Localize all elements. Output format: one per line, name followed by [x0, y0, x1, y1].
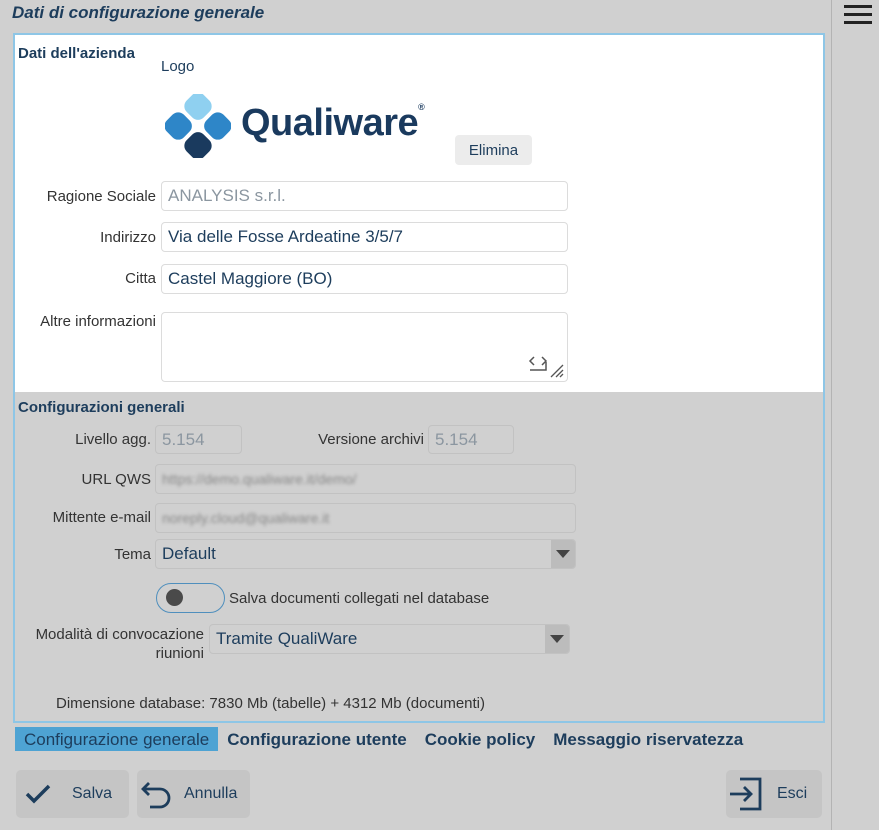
tema-select[interactable]: Default: [155, 539, 576, 569]
url-qws-field[interactable]: https://demo.qualiware.it/demo/: [155, 464, 576, 494]
tab-messaggio-riservatezza[interactable]: Messaggio riservatezza: [544, 727, 752, 751]
save-button[interactable]: Salva: [16, 770, 129, 818]
convocazione-dropdown-button[interactable]: [545, 625, 569, 653]
mittente-email-value: noreply.cloud@qualiware.it: [162, 510, 330, 526]
company-logo: Qualiware®: [165, 94, 445, 158]
convocazione-label: Modalità di convocazione riunioni: [14, 625, 204, 663]
undo-icon: [141, 782, 171, 809]
salva-documenti-label: Salva documenti collegati nel database: [229, 590, 490, 607]
convocazione-label-line1: Modalità di convocazione: [35, 626, 204, 643]
convocazione-label-line2: riunioni: [155, 645, 204, 662]
altre-informazioni-label: Altre informazioni: [40, 313, 156, 330]
ragione-sociale-label: Ragione Sociale: [46, 188, 156, 205]
indirizzo-field[interactable]: Via delle Fosse Ardeatine 3/5/7: [161, 222, 568, 252]
url-qws-value: https://demo.qualiware.it/demo/: [162, 471, 357, 487]
tab-bar: Configurazione generale Configurazione u…: [15, 727, 752, 751]
logo-wordmark: Qualiware: [241, 102, 419, 144]
chevron-down-icon: [556, 550, 570, 558]
ragione-sociale-field[interactable]: ANALYSIS s.r.l.: [161, 181, 568, 211]
salva-documenti-toggle[interactable]: [156, 583, 225, 613]
exit-button[interactable]: Esci: [726, 770, 822, 818]
cancel-label: Annulla: [184, 785, 238, 802]
convocazione-select[interactable]: Tramite QualiWare: [209, 624, 570, 654]
hamburger-icon[interactable]: [844, 5, 872, 27]
mittente-email-field[interactable]: noreply.cloud@qualiware.it: [155, 503, 576, 533]
tema-value: Default: [162, 544, 216, 563]
tema-label: Tema: [114, 546, 151, 563]
code-icon[interactable]: [528, 355, 550, 373]
livello-field: 5.154: [155, 425, 242, 454]
side-column: [831, 0, 879, 830]
toggle-knob: [166, 589, 183, 606]
citta-field[interactable]: Castel Maggiore (BO): [161, 264, 568, 294]
database-size: Dimensione database: 7830 Mb (tabelle) +…: [56, 695, 485, 712]
versione-archivi-label: Versione archivi: [318, 431, 424, 448]
delete-logo-button[interactable]: Elimina: [455, 135, 532, 165]
convocazione-value: Tramite QualiWare: [216, 629, 358, 648]
tab-configurazione-utente[interactable]: Configurazione utente: [218, 727, 415, 751]
citta-label: Citta: [125, 270, 156, 287]
tab-cookie-policy[interactable]: Cookie policy: [416, 727, 545, 751]
qualiware-logo-icon: [165, 94, 231, 158]
chevron-down-icon: [550, 635, 564, 643]
livello-label: Livello agg.: [75, 431, 151, 448]
general-section-title: Configurazioni generali: [18, 399, 185, 416]
resize-handle-icon[interactable]: [548, 362, 564, 378]
company-section-title: Dati dell'azienda: [18, 45, 135, 62]
logo-label: Logo: [161, 58, 195, 75]
logo-registered-mark: ®: [418, 102, 425, 112]
tema-dropdown-button[interactable]: [551, 540, 575, 568]
tab-label: Configurazione generale: [24, 730, 210, 749]
mittente-email-label: Mittente e-mail: [52, 509, 151, 526]
cancel-button[interactable]: Annulla: [137, 770, 250, 818]
exit-label: Esci: [777, 785, 808, 802]
check-icon: [25, 784, 51, 804]
url-qws-label: URL QWS: [81, 471, 151, 488]
versione-archivi-field: 5.154: [428, 425, 514, 454]
altre-informazioni-textarea[interactable]: [161, 312, 568, 382]
save-label: Salva: [72, 785, 113, 802]
indirizzo-label: Indirizzo: [100, 229, 156, 246]
page-title: Dati di configurazione generale: [12, 3, 265, 22]
exit-icon: [730, 777, 762, 811]
tab-configurazione-generale[interactable]: Configurazione generale: [15, 727, 219, 751]
